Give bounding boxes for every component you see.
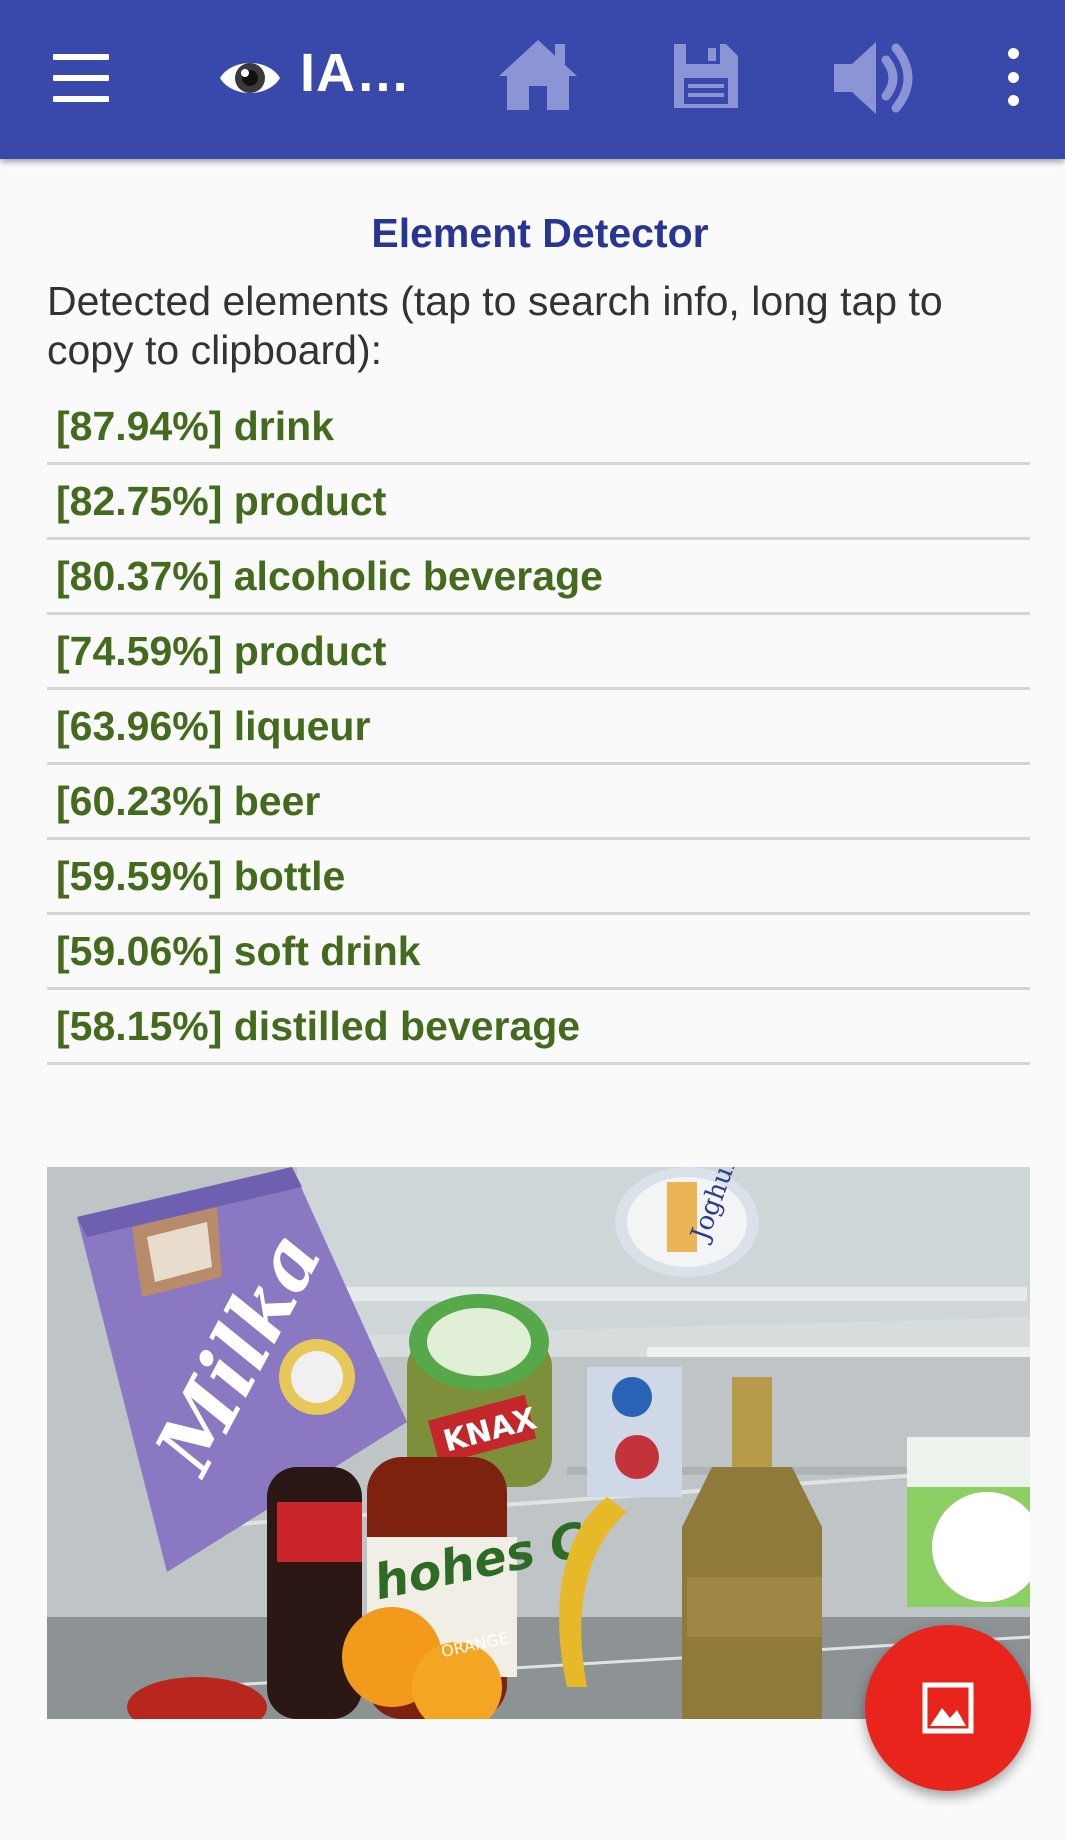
result-item[interactable]: [80.37%] alcoholic beverage [47, 540, 1030, 615]
result-item[interactable]: [63.96%] liqueur [47, 690, 1030, 765]
pick-image-button[interactable] [865, 1625, 1031, 1791]
result-item[interactable]: [59.06%] soft drink [47, 915, 1030, 990]
image-icon [922, 1682, 974, 1734]
volume-icon[interactable] [830, 38, 920, 118]
more-vert-icon[interactable] [995, 48, 1031, 106]
instructions-text: Detected elements (tap to search info, l… [47, 278, 943, 373]
home-icon[interactable] [495, 34, 581, 114]
detected-elements-list: [87.94%] drink [82.75%] product [80.37%]… [47, 390, 1030, 1065]
result-item[interactable]: [59.59%] bottle [47, 840, 1030, 915]
app-bar: IA… [0, 0, 1065, 159]
result-item[interactable]: [58.15%] distilled beverage [47, 990, 1030, 1065]
save-icon[interactable] [670, 40, 742, 112]
eye-icon [218, 52, 282, 104]
result-item[interactable]: [60.23%] beer [47, 765, 1030, 840]
analyzed-photo: Joghurt Milka KNAX hohes C ORANGE [47, 1167, 1030, 1719]
menu-icon[interactable] [50, 54, 112, 102]
result-item[interactable]: [74.59%] product [47, 615, 1030, 690]
app-title: IA… [300, 43, 411, 103]
result-item[interactable]: [82.75%] product [47, 465, 1030, 540]
result-item[interactable]: [87.94%] drink [47, 390, 1030, 465]
page-heading: Element Detector [371, 210, 709, 256]
